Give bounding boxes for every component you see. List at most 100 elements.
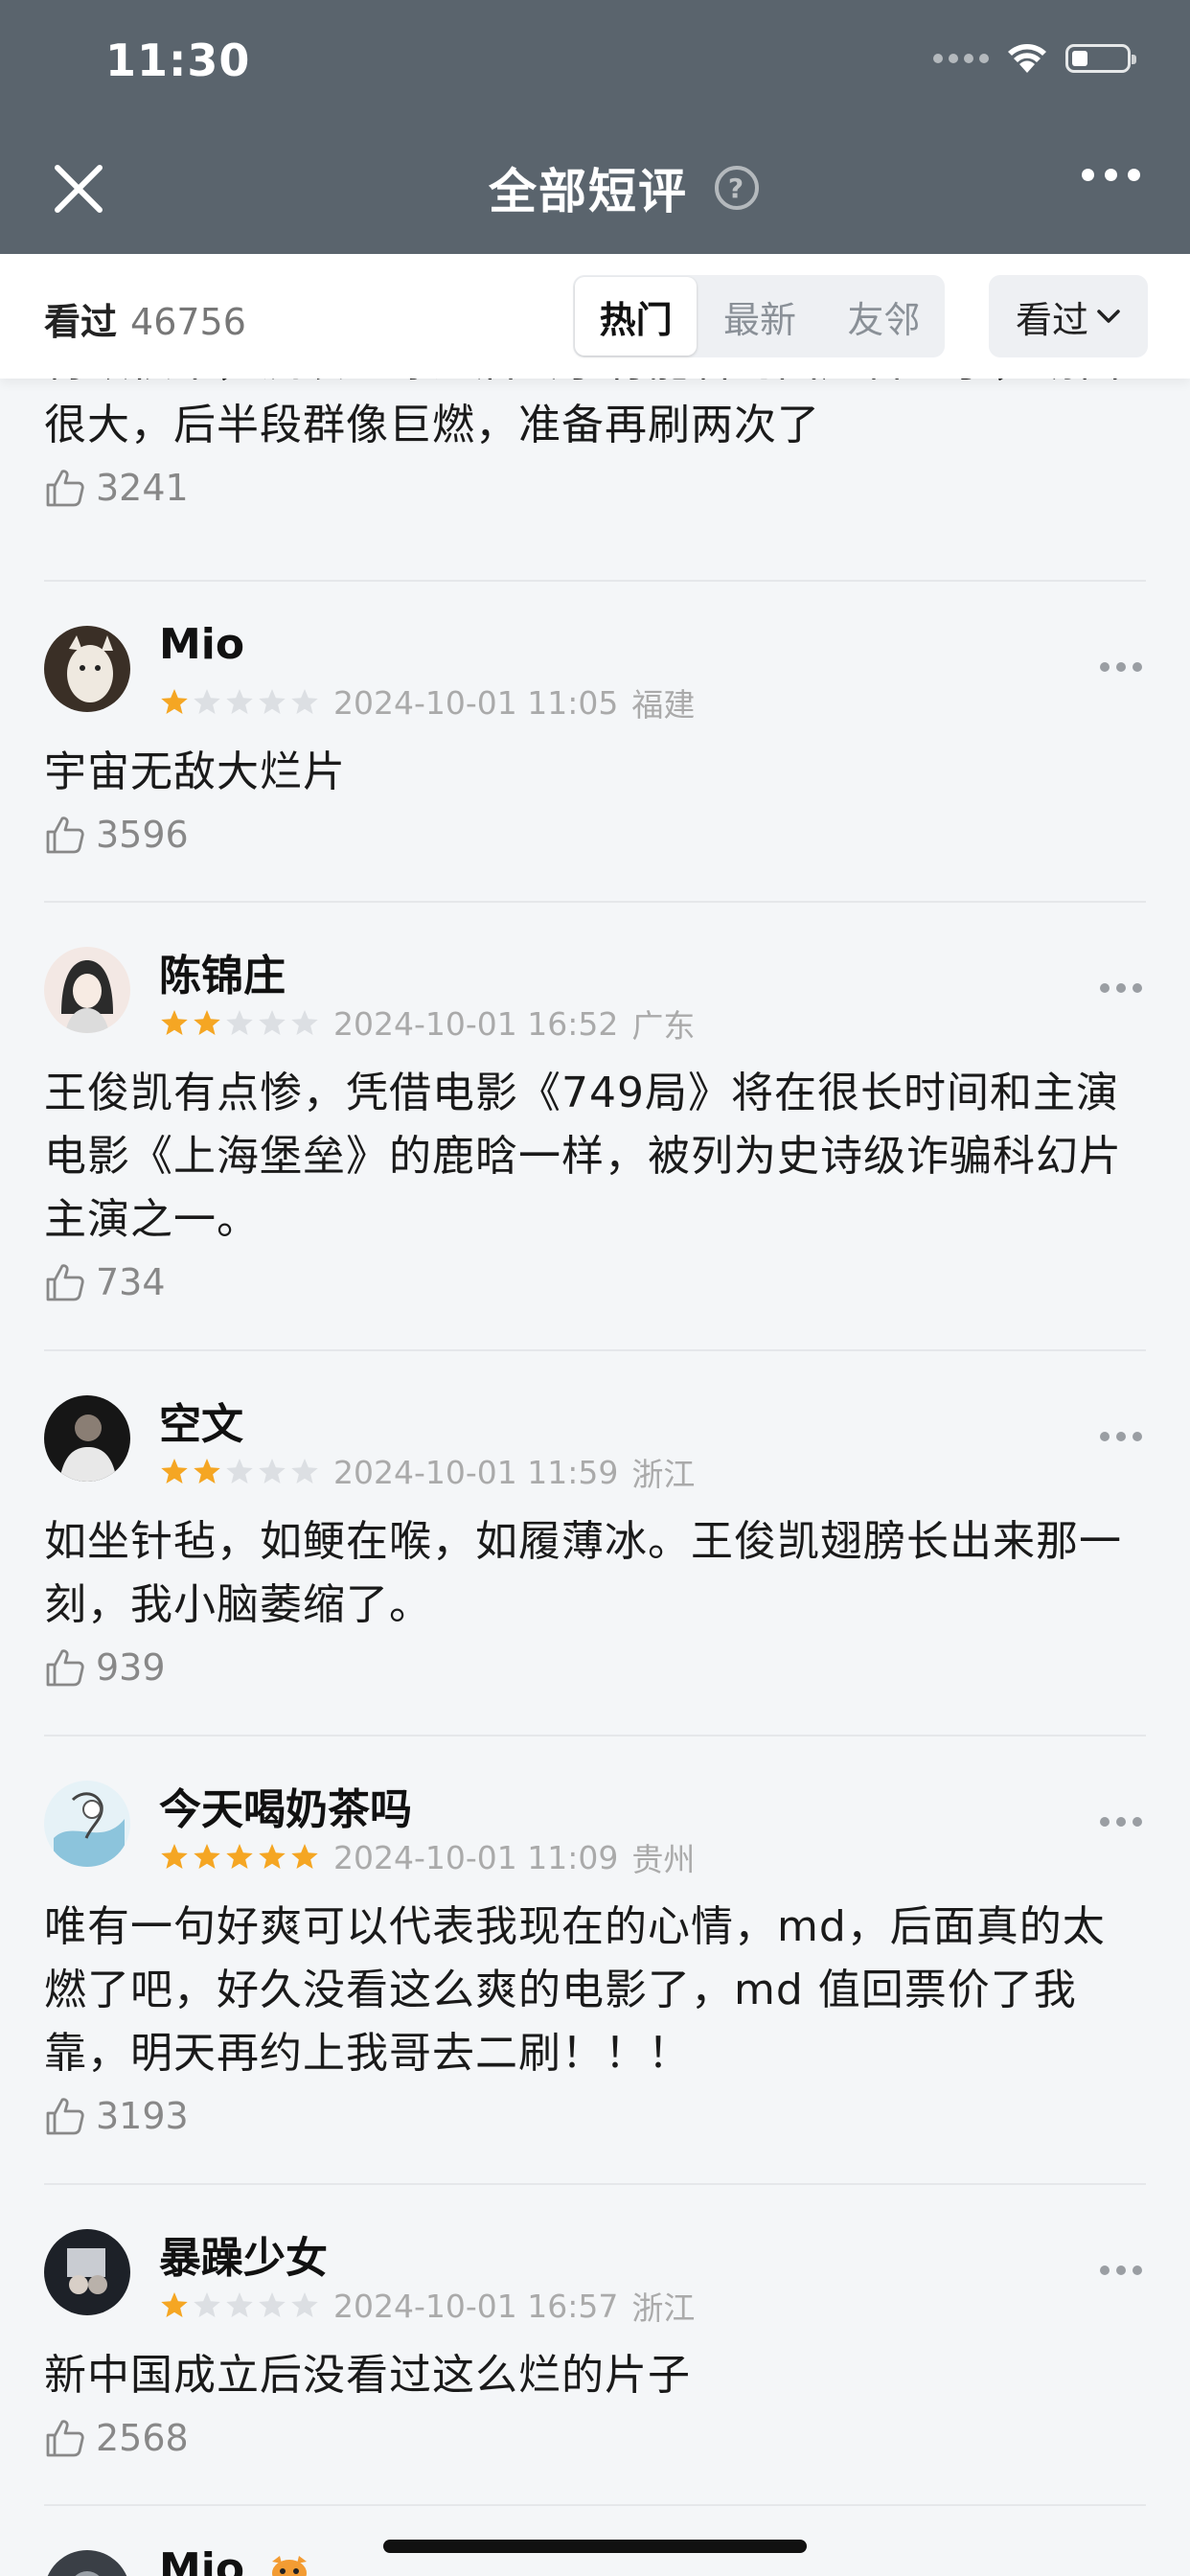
- comment-location: 福建: [631, 686, 696, 724]
- comment-location: 贵州: [631, 1841, 696, 1878]
- watched-count-number: 46756: [130, 301, 246, 343]
- rating-stars: [159, 1842, 320, 1873]
- like-button[interactable]: 2568: [44, 2417, 1156, 2459]
- star-empty-icon: [291, 2292, 318, 2317]
- status-icons: [933, 42, 1136, 75]
- rating-stars: [159, 2290, 320, 2321]
- top-header: 11:30 全部短评 ?: [0, 0, 1190, 254]
- comment-location: 浙江: [631, 1456, 696, 1493]
- watched-dropdown[interactable]: 看过: [989, 275, 1148, 357]
- comment-meta: 2024-10-01 11:09 贵州: [159, 1834, 695, 1880]
- star-filled-icon: [194, 1010, 220, 1035]
- star-filled-icon: [161, 2292, 188, 2317]
- more-options-button[interactable]: [1082, 169, 1140, 181]
- star-filled-icon: [291, 1844, 318, 1869]
- wifi-icon: [1008, 44, 1046, 73]
- star-empty-icon: [291, 1459, 318, 1484]
- commenter-name[interactable]: Mio: [159, 620, 244, 669]
- comment-datetime: 2024-10-01 11:09: [333, 1838, 619, 1876]
- avatar[interactable]: [44, 947, 130, 1033]
- comment-datetime: 2024-10-01 16:57: [333, 2287, 619, 2325]
- star-filled-icon: [161, 689, 188, 714]
- tiger-badge-icon: [272, 2556, 308, 2576]
- comment-meta: 2024-10-01 11:59 浙江: [159, 1449, 695, 1495]
- avatar[interactable]: [44, 626, 130, 712]
- comment-more-button[interactable]: [1100, 662, 1142, 672]
- home-indicator: [383, 2540, 807, 2553]
- tab-hot[interactable]: 热门: [575, 277, 698, 356]
- comment-text: 王俊凯有点惨，凭借电影《749局》将在很长时间和主演 电影《上海堡垒》的鹿晗一样…: [44, 1069, 1122, 1244]
- rating-stars: [159, 687, 320, 718]
- thumbs-up-icon: [46, 1649, 84, 1687]
- star-filled-icon: [194, 1844, 220, 1869]
- commenter-name[interactable]: Mio: [159, 2544, 310, 2576]
- comment-more-button[interactable]: [1100, 2266, 1142, 2275]
- divider: [44, 2183, 1146, 2185]
- comment-more-button[interactable]: [1100, 983, 1142, 993]
- comment-meta: 2024-10-01 16:57 浙江: [159, 2283, 695, 2329]
- commenter-name[interactable]: 空文: [159, 1390, 243, 1451]
- divider: [44, 901, 1146, 903]
- signal-icon: [933, 54, 989, 63]
- star-empty-icon: [226, 1010, 253, 1035]
- rating-stars: [159, 1008, 320, 1039]
- like-button[interactable]: 3193: [44, 2095, 1156, 2137]
- star-empty-icon: [259, 1459, 286, 1484]
- star-filled-icon: [194, 1459, 220, 1484]
- comment-text: 新中国成立后没看过这么烂的片子: [44, 2351, 691, 2400]
- rating-stars: [159, 1457, 320, 1487]
- avatar[interactable]: [44, 1781, 130, 1867]
- star-empty-icon: [291, 689, 318, 714]
- star-empty-icon: [226, 1459, 253, 1484]
- comment-datetime: 2024-10-01 11:59: [333, 1453, 619, 1491]
- star-empty-icon: [226, 2292, 253, 2317]
- like-button[interactable]: 3241: [44, 467, 1146, 509]
- comment-datetime: 2024-10-01 16:52: [333, 1004, 619, 1043]
- comment-text: 特效很牛，流浪地球之后终于有能看的国产科幻了，场面 很大，后半段群像巨燃，准备再…: [44, 379, 1121, 449]
- watched-dropdown-label: 看过: [1015, 298, 1088, 341]
- comment-more-button[interactable]: [1100, 1432, 1142, 1441]
- star-empty-icon: [259, 1010, 286, 1035]
- divider: [44, 2504, 1146, 2506]
- star-empty-icon: [194, 689, 220, 714]
- chevron-down-icon: [1097, 310, 1120, 323]
- star-empty-icon: [291, 1010, 318, 1035]
- comment-more-button[interactable]: [1100, 1817, 1142, 1827]
- watched-count-label: 看过: [44, 301, 118, 343]
- commenter-name[interactable]: 暴躁少女: [159, 2223, 328, 2285]
- star-empty-icon: [259, 2292, 286, 2317]
- commenter-name[interactable]: 陈锦庄: [159, 941, 286, 1002]
- avatar[interactable]: [44, 2229, 130, 2315]
- status-time: 11:30: [105, 34, 251, 86]
- list-item: 特效很牛，流浪地球之后终于有能看的国产科幻了，场面 很大，后半段群像巨燃，准备再…: [44, 379, 1146, 509]
- comment-text: 宇宙无敌大烂片: [44, 748, 346, 796]
- like-count: 2568: [96, 2417, 189, 2459]
- star-empty-icon: [259, 689, 286, 714]
- commenter-name[interactable]: 今天喝奶茶吗: [159, 1775, 412, 1836]
- comment-list[interactable]: 特效很牛，流浪地球之后终于有能看的国产科幻了，场面 很大，后半段群像巨燃，准备再…: [0, 379, 1190, 2576]
- sort-tabs: 热门 最新 友邻: [573, 275, 945, 357]
- page-title: 全部短评: [489, 164, 688, 219]
- avatar[interactable]: [44, 2550, 130, 2576]
- like-button[interactable]: 734: [44, 1261, 1156, 1303]
- divider: [44, 1349, 1146, 1351]
- like-button[interactable]: 3596: [44, 814, 1156, 856]
- thumbs-up-icon: [46, 816, 84, 854]
- star-filled-icon: [226, 1844, 253, 1869]
- star-empty-icon: [194, 2292, 220, 2317]
- avatar[interactable]: [44, 1395, 130, 1482]
- thumbs-up-icon: [46, 2098, 84, 2135]
- battery-icon: [1065, 44, 1136, 73]
- thumbs-up-icon: [46, 470, 84, 507]
- comment-meta: 2024-10-01 11:05 福建: [159, 679, 695, 725]
- tab-friends[interactable]: 友邻: [823, 277, 945, 356]
- star-filled-icon: [161, 1010, 188, 1035]
- like-count: 3596: [96, 814, 189, 856]
- filter-bar: 看过 46756 热门 最新 友邻 看过: [0, 254, 1190, 379]
- like-button[interactable]: 939: [44, 1646, 1156, 1689]
- help-icon[interactable]: ?: [715, 166, 759, 210]
- like-count: 734: [96, 1261, 166, 1303]
- like-count: 3241: [96, 467, 189, 509]
- tab-latest[interactable]: 最新: [698, 277, 820, 356]
- comment-text: 如坐针毡，如鲠在喉，如履薄冰。王俊凯翅膀长出来那一 刻，我小脑萎缩了。: [44, 1517, 1122, 1629]
